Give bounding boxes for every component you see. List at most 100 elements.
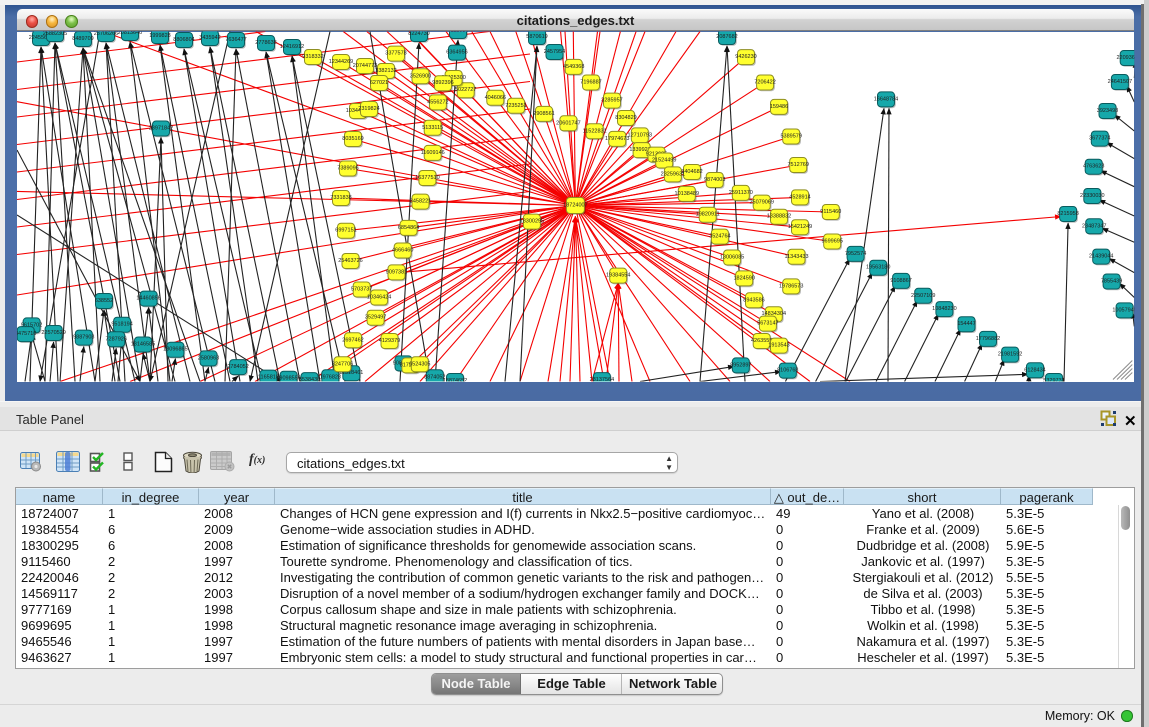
svg-text:8806804: 8806804 <box>173 37 194 43</box>
svg-text:21524499: 21524499 <box>652 158 676 164</box>
svg-text:10346424: 10346424 <box>367 295 391 301</box>
svg-text:1913543: 1913543 <box>768 343 789 349</box>
svg-text:8952897: 8952897 <box>730 362 751 368</box>
svg-text:8215958: 8215958 <box>1057 211 1078 217</box>
svg-text:13388832: 13388832 <box>767 214 791 220</box>
svg-text:8943586: 8943586 <box>743 297 764 303</box>
svg-text:19098556: 19098556 <box>276 376 300 382</box>
svg-text:3529497: 3529497 <box>365 315 386 321</box>
svg-text:7636477: 7636477 <box>225 37 246 43</box>
svg-text:15421249: 15421249 <box>788 224 812 230</box>
svg-text:5538436: 5538436 <box>299 377 320 383</box>
svg-text:4763623: 4763623 <box>1083 164 1104 170</box>
svg-text:13006085: 13006085 <box>720 255 744 261</box>
svg-text:14460856: 14460856 <box>136 296 160 302</box>
svg-text:7196887: 7196887 <box>580 80 601 86</box>
svg-text:25882305: 25882305 <box>43 31 67 37</box>
svg-text:8489709: 8489709 <box>72 36 93 42</box>
svg-text:5673147: 5673147 <box>757 321 778 327</box>
svg-text:24641507: 24641507 <box>1108 79 1132 85</box>
svg-text:4129379: 4129379 <box>379 338 400 344</box>
svg-text:12416912: 12416912 <box>280 44 304 50</box>
svg-text:7512769: 7512769 <box>787 162 808 168</box>
svg-text:20813640: 20813640 <box>118 30 142 36</box>
svg-text:7331838: 7331838 <box>330 195 351 201</box>
svg-text:5870619: 5870619 <box>526 34 547 40</box>
svg-text:5703737: 5703737 <box>351 287 372 293</box>
svg-text:16377510: 16377510 <box>415 175 439 181</box>
svg-text:9108867: 9108867 <box>890 278 911 284</box>
svg-text:7206422: 7206422 <box>754 80 775 86</box>
svg-text:12710793: 12710793 <box>628 132 652 138</box>
svg-text:10057945: 10057945 <box>1112 307 1136 313</box>
svg-text:11522831: 11522831 <box>583 128 607 134</box>
svg-text:154447: 154447 <box>957 321 975 327</box>
svg-text:9097381: 9097381 <box>386 269 407 275</box>
svg-text:7235251: 7235251 <box>505 103 526 109</box>
svg-text:1999828: 1999828 <box>149 33 170 39</box>
svg-text:16648784: 16648784 <box>874 96 898 102</box>
svg-text:9699695: 9699695 <box>821 239 842 245</box>
svg-text:5329731: 5329731 <box>1043 378 1064 384</box>
svg-text:18874652: 18874652 <box>443 378 467 384</box>
svg-text:23706266: 23706266 <box>94 31 118 37</box>
svg-text:638552: 638552 <box>95 298 113 304</box>
svg-text:5022727: 5022727 <box>455 87 476 93</box>
svg-text:8475710: 8475710 <box>15 331 36 337</box>
svg-text:7855439: 7855439 <box>1101 279 1122 285</box>
svg-text:3435942: 3435942 <box>199 35 220 41</box>
svg-text:3382132: 3382132 <box>375 68 396 74</box>
svg-text:2908561: 2908561 <box>533 111 554 117</box>
svg-text:2319824: 2319824 <box>358 106 379 112</box>
svg-text:8035169: 8035169 <box>342 136 363 142</box>
svg-text:6854864: 6854864 <box>398 225 419 231</box>
svg-text:2697462: 2697462 <box>342 337 363 343</box>
svg-text:10848230: 10848230 <box>932 306 956 312</box>
svg-text:9426230: 9426230 <box>735 54 756 60</box>
svg-text:19384554: 19384554 <box>606 273 630 279</box>
svg-text:19820911: 19820911 <box>696 212 720 218</box>
svg-text:9318332: 9318332 <box>302 54 323 60</box>
svg-text:22093651: 22093651 <box>1116 55 1140 61</box>
svg-text:25463726: 25463726 <box>338 258 362 264</box>
svg-text:7287926: 7287926 <box>105 336 126 342</box>
svg-text:23137564: 23137564 <box>590 377 614 383</box>
svg-text:7952574: 7952574 <box>845 251 866 257</box>
svg-text:12344269: 12344269 <box>329 59 353 65</box>
svg-text:23487347: 23487347 <box>1082 223 1106 229</box>
svg-text:3285957: 3285957 <box>601 98 622 104</box>
svg-text:9892396: 9892396 <box>432 80 453 86</box>
svg-text:19563180: 19563180 <box>866 265 890 271</box>
svg-text:18300295: 18300295 <box>520 219 544 225</box>
svg-text:4112034: 4112034 <box>447 28 468 34</box>
svg-text:23259631: 23259631 <box>661 171 685 177</box>
svg-text:21981592: 21981592 <box>998 352 1022 358</box>
svg-text:17796882: 17796882 <box>976 336 1000 342</box>
svg-text:20601747: 20601747 <box>556 120 580 126</box>
svg-text:3526900: 3526900 <box>410 73 431 79</box>
svg-text:5389579: 5389579 <box>780 134 801 140</box>
svg-text:9115460: 9115460 <box>820 209 841 215</box>
svg-text:159486: 159486 <box>770 104 788 110</box>
svg-text:19786573: 19786573 <box>779 283 803 289</box>
svg-text:22570529: 22570529 <box>41 330 65 336</box>
svg-text:9887903: 9887903 <box>73 335 94 341</box>
svg-text:4666460: 4666460 <box>392 248 413 254</box>
svg-text:8106768: 8106768 <box>777 368 798 374</box>
svg-text:1824590: 1824590 <box>733 275 754 281</box>
svg-text:20744773: 20744773 <box>353 63 377 69</box>
svg-text:22330030: 22330030 <box>1080 193 1104 199</box>
svg-text:1976828: 1976828 <box>320 374 341 380</box>
svg-text:3923498: 3923498 <box>1097 108 1118 114</box>
svg-text:4549368: 4549368 <box>563 64 584 70</box>
svg-text:3524764: 3524764 <box>709 234 730 240</box>
svg-text:2457954: 2457954 <box>544 49 565 55</box>
svg-text:25079069: 25079069 <box>749 200 773 206</box>
svg-text:9518194: 9518194 <box>111 322 132 328</box>
svg-text:627021: 627021 <box>370 80 388 86</box>
svg-text:4046066: 4046066 <box>485 95 506 101</box>
svg-text:10138489: 10138489 <box>675 191 699 197</box>
svg-text:3458221: 3458221 <box>410 199 431 205</box>
svg-text:8304829: 8304829 <box>615 115 636 121</box>
svg-text:3377578: 3377578 <box>385 51 406 57</box>
